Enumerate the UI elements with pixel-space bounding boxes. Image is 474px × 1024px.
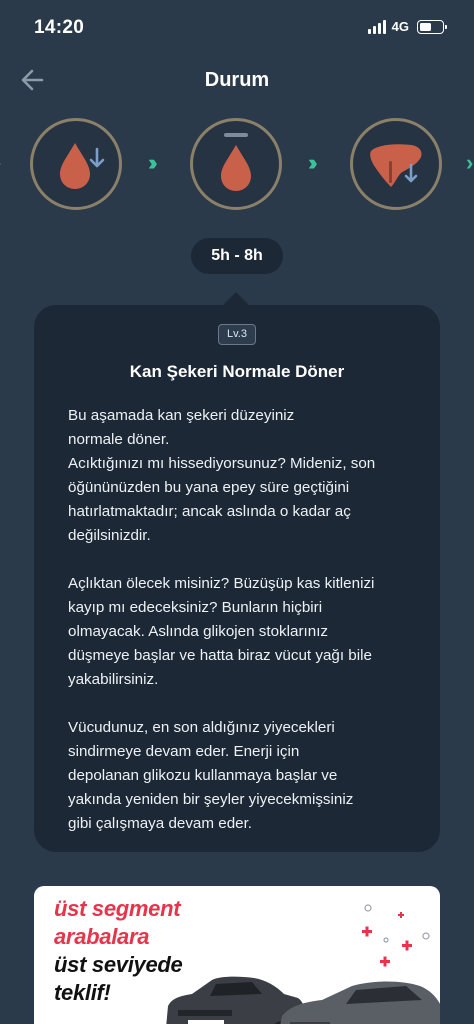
battery-icon xyxy=(417,19,447,34)
stage-blood-sugar-normal[interactable] xyxy=(190,118,282,210)
stage-blood-sugar-drop[interactable] xyxy=(30,118,122,210)
signal-icon xyxy=(367,19,386,34)
status-bar: 14:20 4G xyxy=(0,0,474,56)
blood-drop-level-icon xyxy=(221,133,251,191)
card-paragraph: Vücudunuz, en son aldığınız yiyecekleri … xyxy=(68,719,354,832)
card-title: Kan Şekeri Normale Döner xyxy=(129,362,345,381)
liver-down-icon xyxy=(370,144,422,187)
card-paragraph: Bu aşamada kan şekeri düzeyiniz normale … xyxy=(68,407,376,544)
cars-image xyxy=(166,976,440,1024)
ad-headline-line: üst segment xyxy=(54,896,181,921)
network-label: 4G xyxy=(391,19,409,34)
blood-drop-down-icon xyxy=(60,143,105,189)
double-chevron-right-icon: ›› xyxy=(148,150,157,175)
stage-info-card: Lv.3 Kan Şekeri Normale Döner Bu aşamada… xyxy=(34,305,440,852)
status-icons: 4G xyxy=(367,19,447,34)
ad-headline-line: teklif! xyxy=(54,980,111,1005)
status-time: 14:20 xyxy=(34,17,85,38)
chevron-right-icon: › xyxy=(466,150,474,175)
ad-banner[interactable]: üst segment arabalara üst seviyede tekli… xyxy=(34,886,440,1024)
header: Durum xyxy=(0,56,474,104)
card-body: Bu aşamada kan şekeri düzeyiniz normale … xyxy=(68,404,418,860)
stage-carousel[interactable]: › ›› ›› › xyxy=(0,110,474,220)
level-badge: Lv.3 xyxy=(218,324,256,345)
stage-liver[interactable] xyxy=(350,118,442,210)
card-pointer xyxy=(222,292,250,306)
double-chevron-right-icon: ›› xyxy=(308,150,317,175)
time-range-badge[interactable]: 5h - 8h xyxy=(191,238,283,274)
page-title: Durum xyxy=(204,69,270,91)
card-paragraph: Açlıktan ölecek misiniz? Büzüşüp kas kit… xyxy=(68,575,375,688)
ad-headline-line: arabalara xyxy=(54,924,150,949)
